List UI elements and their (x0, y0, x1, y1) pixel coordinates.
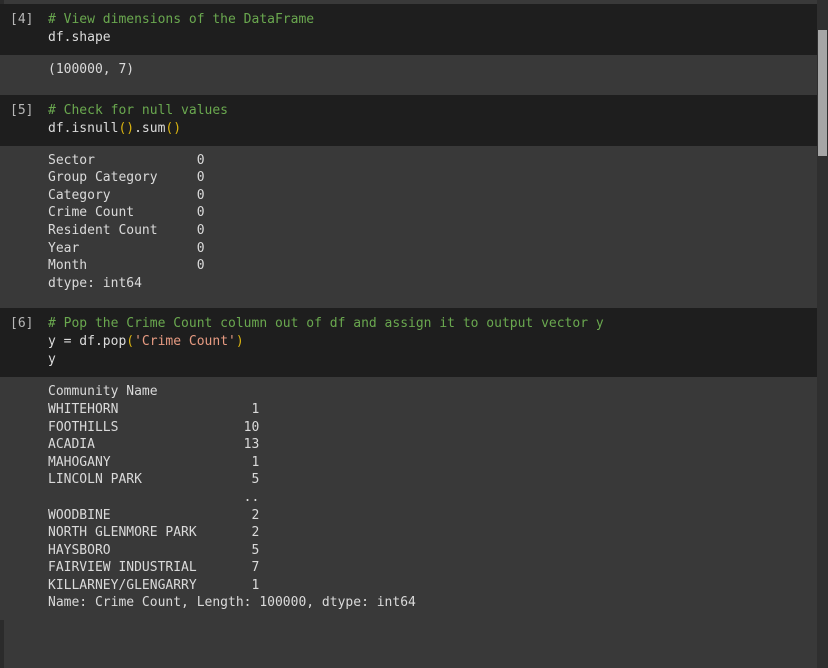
code-token-paren: ( (126, 334, 135, 350)
cell-gap (0, 86, 817, 95)
code-cell-output: Sector 0 Group Category 0 Category 0 Crime … (0, 145, 817, 301)
code-token-plain: .sum (134, 120, 166, 136)
code-token-paren: () (118, 120, 135, 136)
cell-gap (0, 300, 817, 309)
code-token-comment: # View dimensions of the DataFrame (48, 12, 315, 27)
code-token-paren: () (165, 120, 182, 136)
output-line: FAIRVIEW INDUSTRIAL 7 (48, 560, 260, 576)
output-line: Community Name (48, 384, 158, 400)
code-token-plain: df.shape (48, 30, 111, 45)
code-cell-output: Community Name WHITEHORN 1 FOOTHILLS 10 ACA… (0, 377, 817, 621)
output-line: Resident Count 0 (48, 222, 205, 238)
output-line: HAYSBORO 5 (48, 542, 260, 558)
output-line: WHITEHORN 1 (48, 401, 260, 417)
vertical-scrollbar-track[interactable] (817, 0, 828, 668)
output-line: Category 0 (48, 187, 205, 203)
notebook-cell[interactable]: [4] # View dimensions of the DataFrame df.… (0, 4, 817, 95)
code-line: df.shape (0, 29, 817, 47)
output-line: NORTH GLENMORE PARK 2 (48, 525, 260, 541)
output-line: FOOTHILLS 10 (48, 419, 260, 435)
notebook-cell[interactable]: [5] # Check for null values df.isnull().su… (0, 94, 817, 309)
code-line: # Pop the Crime Count column out of df a… (0, 315, 817, 333)
output-line: MAHOGANY 1 (48, 454, 260, 470)
code-token-plain: y (48, 352, 56, 368)
code-line: y (0, 351, 817, 369)
code-token-plain: df.isnull (48, 120, 119, 136)
code-token-paren: ) (235, 334, 244, 350)
vertical-scrollbar-thumb[interactable] (818, 30, 827, 156)
output-line: KILLARNEY/GLENGARRY 1 (48, 577, 260, 593)
output-line: Year 0 (48, 240, 205, 256)
code-cell-output: (100000, 7) (0, 55, 817, 87)
code-line: # View dimensions of the DataFrame (0, 11, 817, 29)
code-token-comment: # Check for null values (48, 102, 229, 118)
code-cell-input[interactable]: [4] # View dimensions of the DataFrame df.… (0, 4, 817, 55)
output-line: Name: Crime Count, Length: 100000, dtype… (48, 595, 416, 611)
code-cell-input[interactable]: [5] # Check for null values df.isnull().su… (0, 94, 817, 146)
output-line: Crime Count 0 (48, 205, 205, 221)
output-line: (100000, 7) (48, 62, 135, 77)
execution-count-label: [4] (10, 12, 34, 27)
output-line: Sector 0 (48, 152, 205, 168)
execution-count-label: [6] (10, 316, 34, 332)
code-token-plain: y = df.pop (48, 334, 127, 350)
output-line: WOODBINE 2 (48, 507, 260, 523)
code-line: df.isnull().sum() (0, 120, 817, 138)
code-line: y = df.pop('Crime Count') (0, 333, 817, 351)
code-line: # Check for null values (0, 102, 817, 120)
output-line: Month 0 (48, 258, 205, 274)
code-token-string: 'Crime Count' (134, 334, 236, 350)
execution-count-label: [5] (10, 102, 34, 118)
output-line: LINCOLN PARK 5 (48, 472, 260, 488)
code-token-comment: # Pop the Crime Count column out of df a… (48, 316, 604, 332)
output-line: dtype: int64 (48, 275, 142, 291)
output-line: ACADIA 13 (48, 437, 260, 453)
notebook-cell[interactable]: [6] # Pop the Crime Count column out of d… (0, 308, 817, 621)
notebook-page: [4] # View dimensions of the DataFrame df.… (0, 0, 828, 668)
output-line: Group Category 0 (48, 170, 205, 186)
code-cell-input[interactable]: [6] # Pop the Crime Count column out of d… (0, 308, 817, 378)
output-line: .. (48, 489, 260, 505)
notebook-cell-list: [4] # View dimensions of the DataFrame df.… (0, 4, 817, 621)
